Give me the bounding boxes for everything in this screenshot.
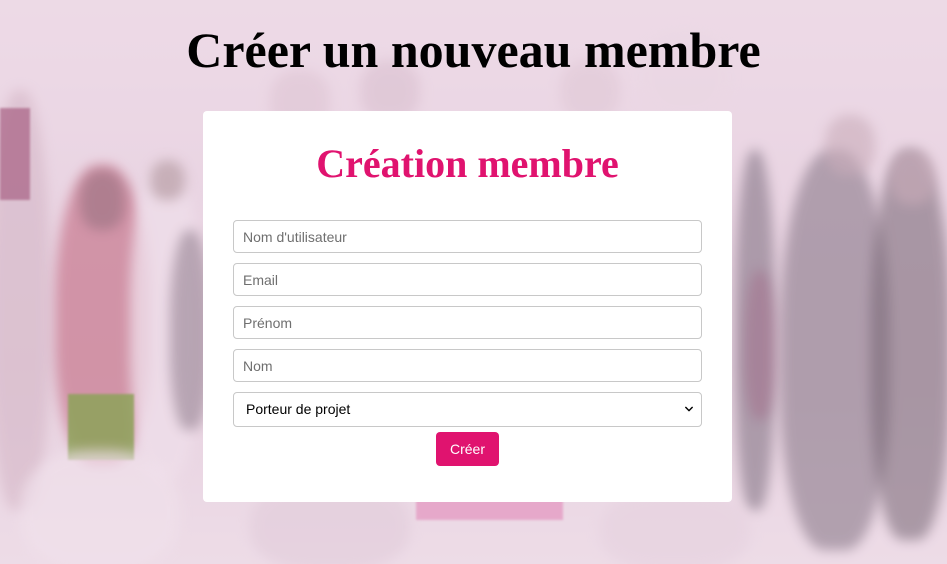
create-button[interactable]: Créer <box>436 432 499 466</box>
lastname-input[interactable] <box>233 349 702 382</box>
role-select[interactable]: Porteur de projet <box>233 392 702 427</box>
username-input[interactable] <box>233 220 702 253</box>
role-select-value: Porteur de projet <box>246 401 351 417</box>
chevron-down-icon <box>685 406 693 412</box>
form-title: Création membre <box>316 141 619 186</box>
email-input[interactable] <box>233 263 702 296</box>
page-title: Créer un nouveau membre <box>186 22 761 78</box>
firstname-input[interactable] <box>233 306 702 339</box>
